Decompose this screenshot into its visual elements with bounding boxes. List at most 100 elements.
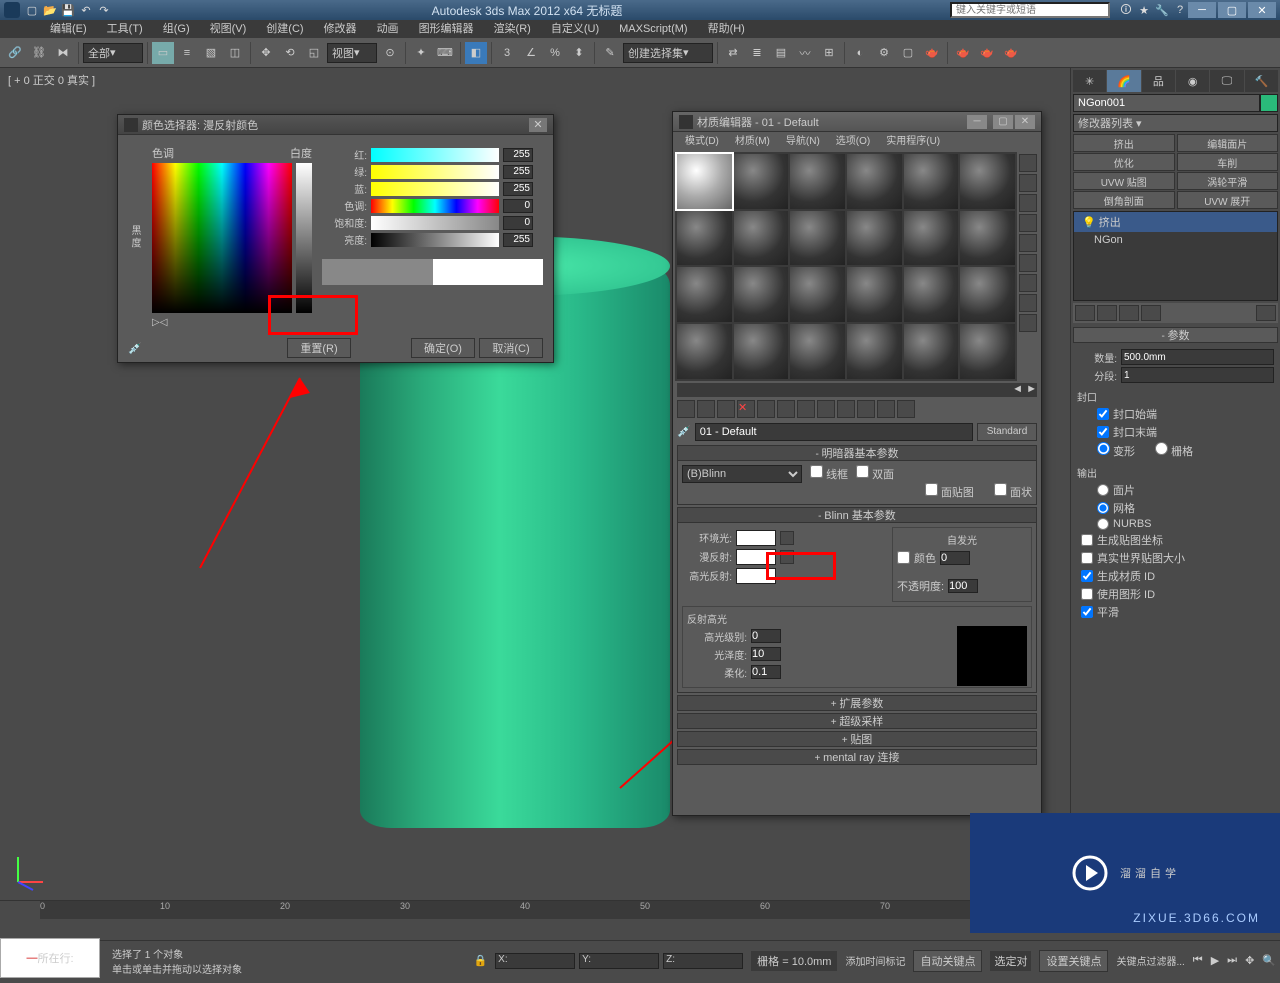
- nav-zoom-icon[interactable]: 🔍: [1262, 954, 1276, 967]
- teapot2-icon[interactable]: 🫖: [976, 42, 998, 64]
- link-icon[interactable]: 🔗: [4, 42, 26, 64]
- keyboard-icon[interactable]: ⌨: [434, 42, 456, 64]
- eyedropper-icon[interactable]: 💉: [128, 342, 142, 355]
- make-unique-icon[interactable]: [1119, 305, 1139, 321]
- menu-tools[interactable]: 工具(T): [97, 20, 153, 38]
- selected-key-dropdown[interactable]: 选定对: [990, 951, 1031, 971]
- stack-item-extrude[interactable]: 💡 挤出: [1074, 212, 1277, 232]
- uv-tiling-icon[interactable]: [1019, 214, 1037, 232]
- render-icon[interactable]: 🫖: [921, 42, 943, 64]
- help-icon[interactable]: ?: [1172, 2, 1188, 18]
- set-key-button[interactable]: 设置关键点: [1039, 950, 1108, 972]
- select-manip-icon[interactable]: ✦: [410, 42, 432, 64]
- ambient-swatch[interactable]: [736, 530, 776, 546]
- video-check-icon[interactable]: [1019, 234, 1037, 252]
- faceted-checkbox[interactable]: [994, 483, 1007, 496]
- tab-motion-icon[interactable]: ◉: [1176, 70, 1209, 92]
- configure-icon[interactable]: [1256, 305, 1276, 321]
- menu-render[interactable]: 渲染(R): [484, 20, 541, 38]
- material-slot[interactable]: [904, 211, 959, 266]
- qat-save-icon[interactable]: 💾: [60, 2, 76, 18]
- render-frame-icon[interactable]: ▢: [897, 42, 919, 64]
- menu-help[interactable]: 帮助(H): [698, 20, 755, 38]
- close-button[interactable]: ✕: [1248, 2, 1276, 18]
- material-slot[interactable]: [847, 211, 902, 266]
- self-illum-input[interactable]: [940, 551, 970, 565]
- render-setup-icon[interactable]: ⚙: [873, 42, 895, 64]
- minimize-button[interactable]: ─: [1188, 2, 1216, 18]
- mirror-icon[interactable]: ⇄: [722, 42, 744, 64]
- material-slot-1[interactable]: [677, 154, 732, 209]
- ref-coord-dropdown[interactable]: 视图 ▾: [327, 43, 377, 63]
- show-result-icon[interactable]: [1097, 305, 1117, 321]
- material-slot[interactable]: [734, 154, 789, 209]
- schematic-icon[interactable]: ⊞: [818, 42, 840, 64]
- mat-id-icon[interactable]: [817, 400, 835, 418]
- sat-input[interactable]: [503, 216, 533, 230]
- material-slot[interactable]: [677, 211, 732, 266]
- menu-views[interactable]: 视图(V): [200, 20, 257, 38]
- new-color-swatch[interactable]: [433, 259, 544, 285]
- material-slot[interactable]: [904, 154, 959, 209]
- assign-icon[interactable]: [717, 400, 735, 418]
- scale-icon[interactable]: ◱: [303, 42, 325, 64]
- show-map-icon[interactable]: [837, 400, 855, 418]
- material-slot[interactable]: [904, 324, 959, 379]
- modifier-stack[interactable]: 💡 挤出 NGon: [1073, 211, 1278, 301]
- cap-start-checkbox[interactable]: [1097, 408, 1109, 420]
- selection-filter-dropdown[interactable]: 全部 ▾: [83, 43, 143, 63]
- qat-new-icon[interactable]: ▢: [24, 2, 40, 18]
- material-slot[interactable]: [734, 267, 789, 322]
- old-color-swatch[interactable]: [322, 259, 433, 285]
- tab-hierarchy-icon[interactable]: 品: [1142, 70, 1175, 92]
- btn-uvw-unwrap[interactable]: UVW 展开: [1177, 191, 1279, 209]
- material-slot[interactable]: [790, 324, 845, 379]
- gen-mat-id-checkbox[interactable]: [1081, 570, 1093, 582]
- red-input[interactable]: [503, 148, 533, 162]
- unlink-icon[interactable]: ⛓: [28, 42, 50, 64]
- menu-group[interactable]: 组(G): [153, 20, 200, 38]
- me-close-button[interactable]: ✕: [1015, 115, 1035, 129]
- two-sided-checkbox[interactable]: [856, 465, 869, 478]
- rollout-extended[interactable]: + 扩展参数: [677, 695, 1037, 711]
- material-name-input[interactable]: [695, 423, 973, 441]
- rollout-mental[interactable]: + mental ray 连接: [677, 749, 1037, 765]
- put-to-lib-icon[interactable]: [797, 400, 815, 418]
- object-color-swatch[interactable]: [1260, 94, 1278, 112]
- menu-maxscript[interactable]: MAXScript(M): [609, 20, 697, 38]
- shader-dropdown[interactable]: (B)Blinn: [682, 465, 802, 483]
- material-type-button[interactable]: Standard: [977, 423, 1037, 441]
- remove-mod-icon[interactable]: [1141, 305, 1161, 321]
- snap-2d-icon[interactable]: ◧: [465, 42, 487, 64]
- edit-set-icon[interactable]: ✎: [599, 42, 621, 64]
- opacity-input[interactable]: [948, 579, 978, 593]
- real-world-checkbox[interactable]: [1081, 552, 1093, 564]
- gen-map-checkbox[interactable]: [1081, 534, 1093, 546]
- rollout-maps[interactable]: + 贴图: [677, 731, 1037, 747]
- stack-item-ngon[interactable]: NGon: [1074, 232, 1277, 248]
- btn-extrude[interactable]: 挤出: [1073, 134, 1175, 152]
- me-menu-options[interactable]: 选项(O): [828, 132, 878, 150]
- teapot1-icon[interactable]: 🫖: [952, 42, 974, 64]
- smooth-checkbox[interactable]: [1081, 606, 1093, 618]
- play-next-icon[interactable]: ⏭: [1227, 954, 1237, 967]
- reset-button[interactable]: 重置(R): [287, 338, 351, 358]
- show-end-icon[interactable]: [857, 400, 875, 418]
- background-icon[interactable]: [1019, 194, 1037, 212]
- put-to-scene-icon[interactable]: [697, 400, 715, 418]
- coord-x[interactable]: X:: [495, 953, 575, 969]
- wireframe-checkbox[interactable]: [810, 465, 823, 478]
- tab-create-icon[interactable]: ✳: [1073, 70, 1106, 92]
- align-icon[interactable]: ≣: [746, 42, 768, 64]
- green-input[interactable]: [503, 165, 533, 179]
- selection-set-dropdown[interactable]: 创建选择集 ▾: [623, 43, 713, 63]
- rollout-supersample[interactable]: + 超级采样: [677, 713, 1037, 729]
- rollout-params-header[interactable]: - 参数: [1073, 327, 1278, 343]
- btn-lathe[interactable]: 车削: [1177, 153, 1279, 171]
- menu-create[interactable]: 创建(C): [256, 20, 313, 38]
- grid-radio[interactable]: [1155, 442, 1168, 455]
- nurbs-radio[interactable]: [1097, 518, 1109, 530]
- coord-z[interactable]: Z:: [663, 953, 743, 969]
- btn-uvw-map[interactable]: UVW 贴图: [1073, 172, 1175, 190]
- cap-end-checkbox[interactable]: [1097, 426, 1109, 438]
